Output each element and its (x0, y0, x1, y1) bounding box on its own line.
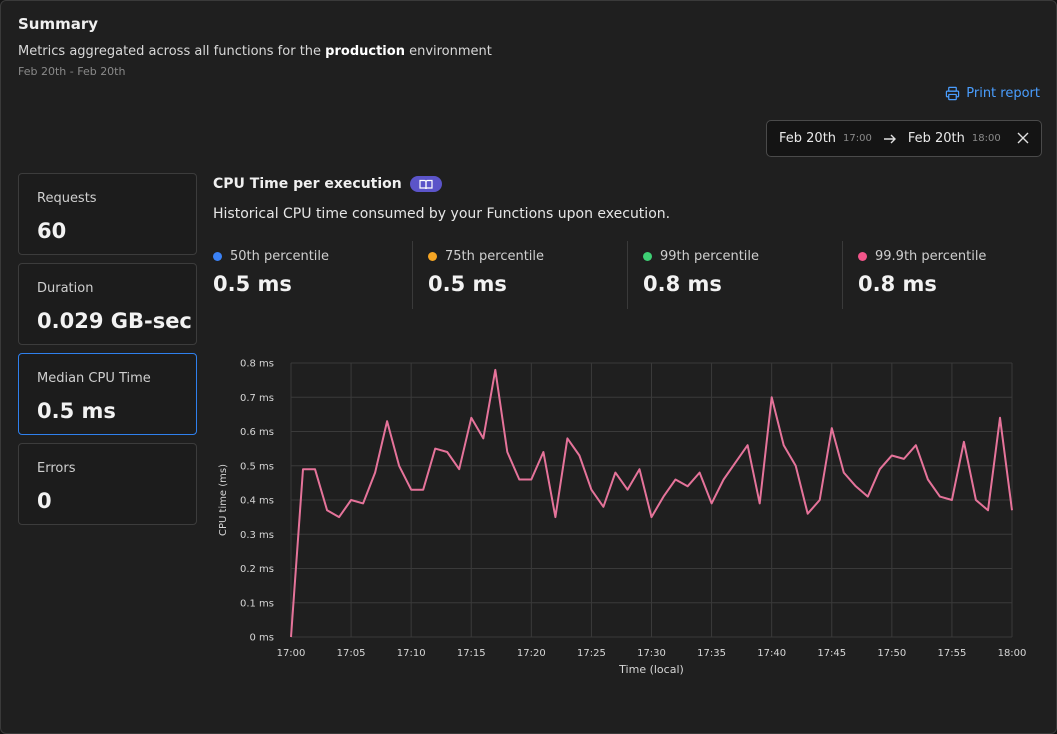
percentile-label-text: 99.9th percentile (875, 249, 987, 264)
x-tick-label: 17:25 (577, 648, 606, 659)
card-errors[interactable]: Errors 0 (18, 443, 197, 525)
x-tick-label: 17:35 (697, 648, 726, 659)
y-tick-label: 0.4 ms (240, 496, 274, 507)
legend-dot-icon (858, 252, 867, 261)
chart-title-text: CPU Time per execution (213, 176, 402, 192)
percentile-value: 0.5 ms (428, 272, 507, 296)
card-requests[interactable]: Requests 60 (18, 173, 197, 255)
card-label: Errors (37, 461, 76, 476)
divider (412, 241, 413, 309)
x-tick-label: 17:30 (637, 648, 666, 659)
card-label: Duration (37, 281, 94, 296)
legend-dot-icon (213, 252, 222, 261)
date-range-caption: Feb 20th - Feb 20th (18, 65, 126, 78)
y-tick-label: 0.7 ms (240, 393, 274, 404)
docs-badge[interactable] (409, 176, 442, 192)
subtitle-prefix: Metrics aggregated across all functions … (18, 44, 326, 59)
close-icon[interactable] (1015, 130, 1031, 146)
summary-subtitle: Metrics aggregated across all functions … (18, 44, 492, 59)
y-tick-label: 0 ms (250, 633, 275, 644)
x-tick-label: 17:40 (757, 648, 786, 659)
percentile-value: 0.8 ms (858, 272, 937, 296)
printer-icon (946, 86, 960, 101)
percentile-label: 50th percentile (213, 249, 329, 264)
card-label: Median CPU Time (37, 371, 151, 386)
x-tick-label: 17:45 (817, 648, 846, 659)
percentile-label: 99.9th percentile (858, 249, 986, 264)
x-tick-label: 17:05 (337, 648, 366, 659)
print-report-button[interactable]: Print report (945, 86, 1040, 101)
x-tick-label: 17:10 (397, 648, 426, 659)
range-start-time: 17:00 (843, 133, 872, 144)
percentile-label: 99th percentile (643, 249, 759, 264)
percentile-label: 75th percentile (428, 249, 544, 264)
x-tick-label: 17:15 (457, 648, 486, 659)
subtitle-suffix: environment (404, 44, 492, 59)
date-range-picker[interactable]: Feb 20th 17:00 Feb 20th 18:00 (766, 120, 1042, 157)
x-tick-label: 18:00 (998, 648, 1027, 659)
x-tick-label: 17:50 (877, 648, 906, 659)
percentile-label-text: 75th percentile (445, 249, 545, 264)
page-title: Summary (18, 15, 99, 33)
card-median-cpu-time[interactable]: Median CPU Time 0.5 ms (18, 353, 197, 435)
card-value: 0 (37, 489, 52, 513)
percentile-value: 0.5 ms (213, 272, 292, 296)
card-label: Requests (37, 191, 97, 206)
summary-panel: Summary Metrics aggregated across all fu… (0, 0, 1057, 734)
y-tick-label: 0.1 ms (240, 598, 274, 609)
legend-dot-icon (428, 252, 437, 261)
y-axis-label: CPU time (ms) (218, 464, 229, 536)
card-duration[interactable]: Duration 0.029 GB-sec (18, 263, 197, 345)
y-tick-label: 0.5 ms (240, 461, 274, 472)
card-value: 0.029 GB-sec (37, 309, 192, 333)
divider (842, 241, 843, 309)
y-tick-label: 0.3 ms (240, 530, 274, 541)
range-start-date: Feb 20th (779, 131, 837, 146)
percentile-label-text: 50th percentile (230, 249, 330, 264)
chart-title: CPU Time per execution (213, 176, 442, 192)
range-end-date: Feb 20th (907, 131, 965, 146)
legend-dot-icon (643, 252, 652, 261)
book-icon (419, 179, 433, 189)
divider (627, 241, 628, 309)
print-report-label: Print report (966, 86, 1040, 101)
range-end-time: 18:00 (971, 133, 1001, 144)
arrow-right-icon (883, 134, 896, 143)
cpu-time-chart: 0 ms 0.1 ms 0.2 ms 0.3 ms 0.4 ms 0.5 ms 0.6 ms… (218, 359, 1027, 677)
environment-name: production (325, 44, 405, 59)
y-tick-label: 0.2 ms (240, 564, 274, 575)
x-tick-label: 17:00 (277, 648, 306, 659)
x-axis-label: Time (local) (618, 663, 684, 676)
y-tick-label: 0.8 ms (240, 359, 274, 370)
x-tick-label: 17:55 (938, 648, 967, 659)
percentile-value: 0.8 ms (643, 272, 722, 296)
x-tick-label: 17:20 (517, 648, 546, 659)
card-value: 0.5 ms (37, 399, 116, 423)
chart-description: Historical CPU time consumed by your Fun… (213, 206, 671, 222)
y-tick-label: 0.6 ms (240, 427, 274, 438)
card-value: 60 (37, 219, 67, 243)
percentile-label-text: 99th percentile (660, 249, 760, 264)
